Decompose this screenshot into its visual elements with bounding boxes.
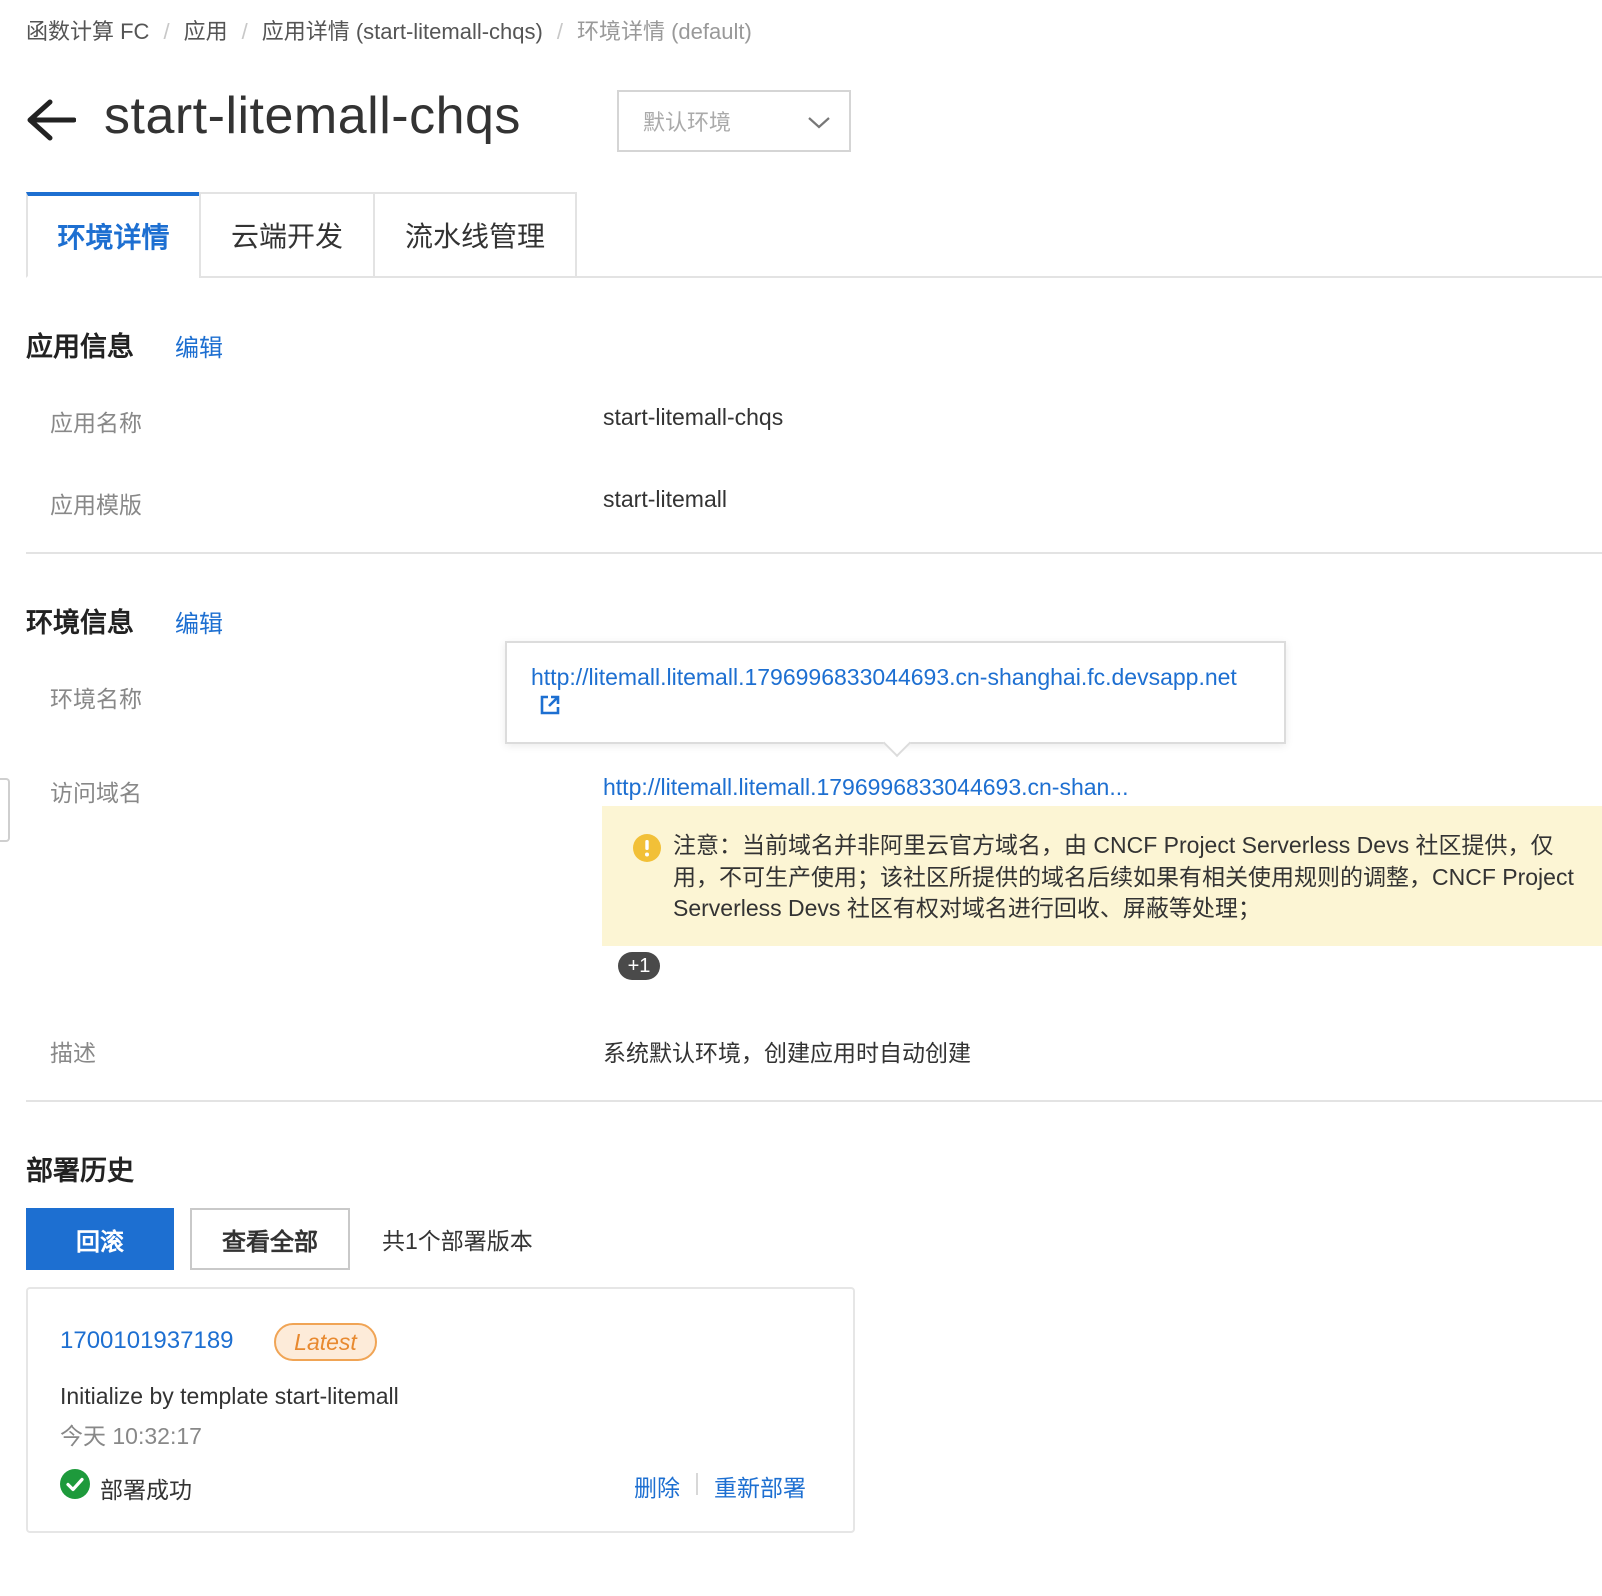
tab-pipeline[interactable]: 流水线管理 bbox=[373, 192, 577, 278]
domain-warning: 注意：当前域名并非阿里云官方域名，由 CNCF Project Serverle… bbox=[602, 806, 1602, 946]
breadcrumb-item-apps[interactable]: 应用 bbox=[184, 19, 228, 44]
app-template-value: start-litemall bbox=[603, 486, 727, 512]
redeploy-link[interactable]: 重新部署 bbox=[714, 1469, 806, 1503]
app-name-label: 应用名称 bbox=[50, 410, 142, 436]
breadcrumb-separator: / bbox=[163, 19, 170, 44]
warning-line: Serverless Devs 社区有权对域名进行回收、屏蔽等处理； bbox=[673, 895, 1261, 921]
page-title: start-litemall-chqs bbox=[104, 87, 521, 145]
side-panel-handle[interactable] bbox=[0, 778, 10, 842]
arrow-left-icon[interactable] bbox=[26, 98, 77, 142]
more-domains-badge[interactable]: +1 bbox=[618, 952, 660, 980]
description-label: 描述 bbox=[50, 1040, 96, 1066]
deploy-status-text: 部署成功 bbox=[100, 1477, 192, 1503]
deploy-record-card: 1700101937189 Latest Initialize by templ… bbox=[26, 1287, 855, 1533]
breadcrumb: 函数计算 FC / 应用 / 应用详情 (start-litemall-chqs) / 环境… bbox=[26, 14, 752, 46]
rollback-button[interactable]: 回滚 bbox=[26, 1208, 174, 1270]
action-divider bbox=[696, 1473, 698, 1495]
delete-deploy-link[interactable]: 删除 bbox=[634, 1469, 680, 1503]
deploy-id-link[interactable]: 1700101937189 bbox=[60, 1327, 234, 1355]
deploy-history-title: 部署历史 bbox=[26, 1156, 134, 1186]
section-divider bbox=[26, 552, 1602, 554]
view-all-button[interactable]: 查看全部 bbox=[190, 1208, 350, 1270]
app-template-label: 应用模版 bbox=[50, 492, 142, 518]
app-name-value: start-litemall-chqs bbox=[603, 404, 784, 430]
env-info-title: 环境信息 bbox=[26, 608, 134, 638]
domain-tooltip: http://litemall.litemall.179699683304469… bbox=[505, 641, 1286, 758]
latest-badge: Latest bbox=[274, 1323, 377, 1361]
deploy-time: 今天 10:32:17 bbox=[60, 1423, 202, 1449]
env-name-label: 环境名称 bbox=[50, 686, 142, 712]
chevron-down-icon bbox=[807, 112, 831, 132]
environment-select-value: 默认环境 bbox=[643, 110, 732, 135]
tab-cloud-dev[interactable]: 云端开发 bbox=[199, 192, 375, 278]
breadcrumb-separator: / bbox=[556, 19, 563, 44]
domain-label: 访问域名 bbox=[50, 780, 142, 806]
tab-label: 环境详情 bbox=[57, 222, 170, 253]
tab-label: 云端开发 bbox=[230, 221, 343, 252]
breadcrumb-separator: / bbox=[241, 19, 248, 44]
tab-label: 流水线管理 bbox=[404, 221, 545, 252]
breadcrumb-item-env-detail: 环境详情 (default) bbox=[576, 19, 752, 44]
external-link-icon[interactable] bbox=[539, 694, 561, 716]
app-info-edit-link[interactable]: 编辑 bbox=[175, 328, 223, 363]
description-value: 系统默认环境，创建应用时自动创建 bbox=[603, 1040, 971, 1066]
tab-bar: 环境详情 云端开发 流水线管理 bbox=[26, 192, 1602, 278]
tooltip-arrow bbox=[882, 728, 912, 758]
deploy-count-text: 共1个部署版本 bbox=[382, 1228, 533, 1254]
section-divider bbox=[26, 1100, 1602, 1102]
tooltip-domain-link[interactable]: http://litemall.litemall.179699683304469… bbox=[531, 664, 1237, 690]
warning-line: 用，不可生产使用；该社区所提供的域名后续如果有相关使用规则的调整，CNCF Pr… bbox=[673, 863, 1574, 890]
warning-text: 注意：当前域名并非阿里云官方域名，由 CNCF Project Serverle… bbox=[673, 830, 1602, 925]
environment-select[interactable]: 默认环境 bbox=[617, 90, 851, 152]
check-circle-icon bbox=[60, 1469, 90, 1499]
tab-env-detail[interactable]: 环境详情 bbox=[26, 192, 201, 278]
warning-line: 注意：当前域名并非阿里云官方域名，由 CNCF Project Serverle… bbox=[673, 832, 1554, 858]
domain-link[interactable]: http://litemall.litemall.179699683304469… bbox=[603, 774, 1129, 801]
deploy-description: Initialize by template start-litemall bbox=[60, 1383, 399, 1409]
breadcrumb-item-app-detail[interactable]: 应用详情 (start-litemall-chqs) bbox=[262, 19, 543, 44]
env-info-edit-link[interactable]: 编辑 bbox=[175, 604, 223, 639]
warning-icon bbox=[633, 834, 661, 862]
breadcrumb-item-fc[interactable]: 函数计算 FC bbox=[26, 19, 149, 44]
app-info-title: 应用信息 bbox=[26, 332, 134, 362]
